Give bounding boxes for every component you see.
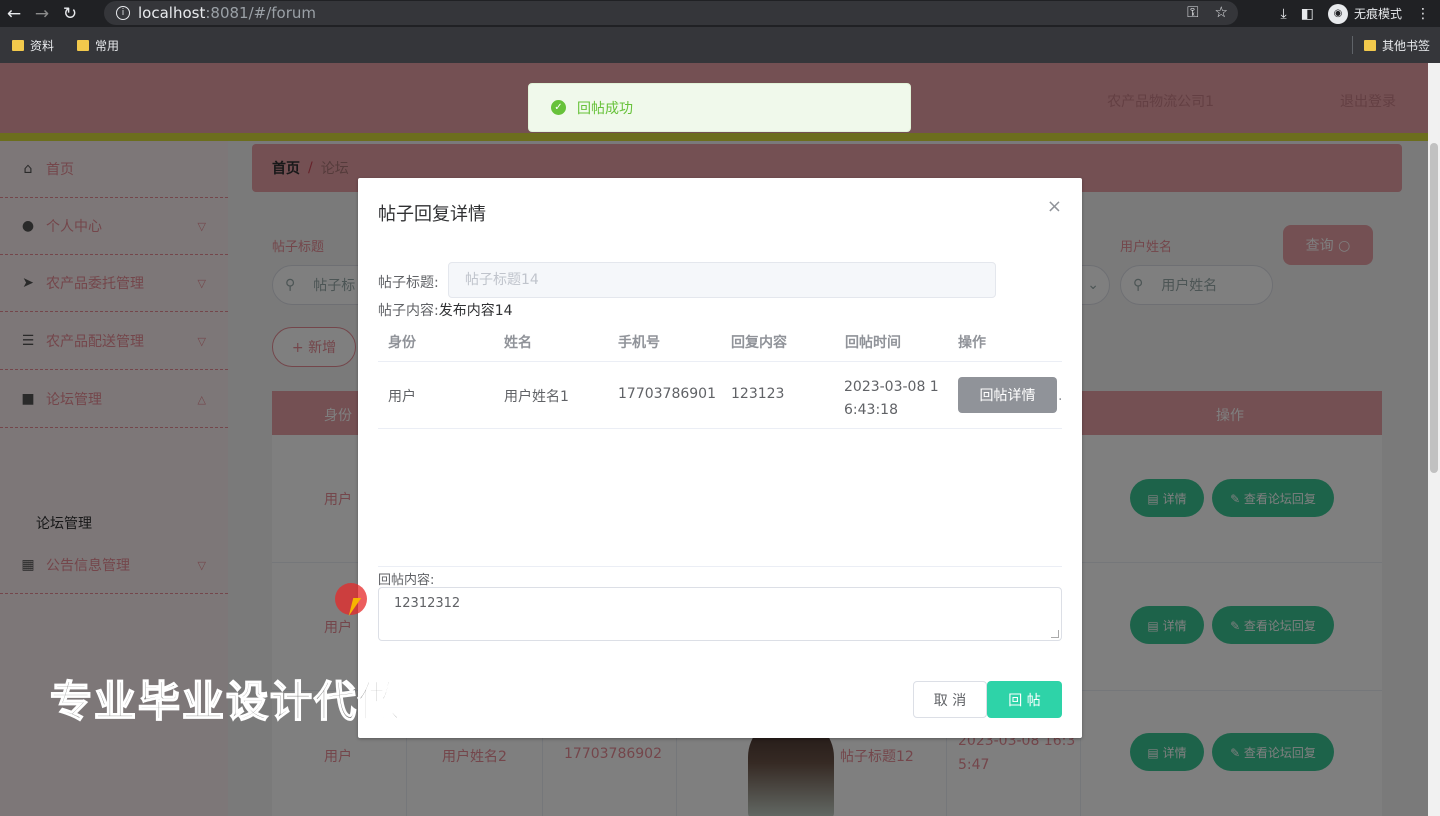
reply-table-header: 身份 姓名 手机号 回复内容 回帖时间 操作	[378, 324, 1062, 362]
reply-table: 身份 姓名 手机号 回复内容 回帖时间 操作 用户 用户姓名1 17703786…	[378, 324, 1062, 429]
reply-textarea[interactable]: 12312312	[378, 587, 1062, 641]
incognito-icon: ◉	[1327, 3, 1348, 24]
reply-time: 2023-03-08 1 6:43:18	[844, 376, 944, 422]
reply-time-line2: 6:43:18	[844, 402, 898, 418]
incognito-label: 无痕模式	[1353, 7, 1402, 21]
address-bar[interactable]: i localhost:8081/#/forum	[104, 1, 1238, 25]
reply-text: 12312312	[394, 596, 461, 611]
post-title-input: 帖子标题14	[448, 262, 996, 298]
reply-content-label: 回帖内容:	[378, 573, 435, 588]
url-host: localhost	[138, 4, 206, 22]
folder-icon	[1364, 40, 1376, 51]
site-info-icon[interactable]: i	[116, 6, 130, 20]
post-title-label: 帖子标题:	[378, 275, 439, 291]
reply-name: 用户姓名1	[504, 389, 569, 405]
folder-icon	[12, 40, 24, 51]
bookmarks-bar: 资料 常用 其他书签	[0, 27, 1440, 63]
col-content: 回复内容	[731, 335, 787, 351]
cancel-button[interactable]: 取 消	[913, 681, 987, 718]
bookmark-folder-changyong[interactable]: 常用	[77, 37, 119, 54]
download-icon[interactable]: ⤓	[1281, 6, 1287, 22]
key-icon[interactable]: ⚿	[1187, 3, 1198, 21]
browser-toolbar: ← → ↻ i localhost:8081/#/forum ⚿ ☆ ⤓ ◧ ◉…	[0, 0, 1440, 27]
reply-phone: 17703786901	[618, 386, 716, 402]
bookmark-divider	[1352, 36, 1353, 54]
bookmark-folder-other[interactable]: 其他书签	[1364, 37, 1430, 54]
overflow-dot: .	[1058, 388, 1063, 404]
toast-message: 回帖成功	[577, 100, 633, 117]
menu-icon[interactable]: ⋮	[1416, 6, 1430, 22]
back-icon[interactable]: ←	[0, 0, 28, 27]
bookmark-folder-ziliao[interactable]: 资料	[12, 37, 54, 54]
bookmark-label: 其他书签	[1382, 39, 1431, 53]
scrollbar-thumb[interactable]	[1430, 143, 1438, 473]
omnibox-actions: ⚿ ☆	[1187, 3, 1228, 21]
col-phone: 手机号	[618, 335, 660, 351]
post-content-value: 发布内容14	[438, 303, 513, 319]
close-icon[interactable]: ×	[1047, 196, 1062, 217]
dialog-divider	[378, 566, 1062, 567]
page-scrollbar[interactable]	[1428, 63, 1440, 816]
reply-content: 123123	[731, 386, 785, 402]
col-action: 操作	[958, 335, 986, 351]
dialog-title: 帖子回复详情	[378, 204, 486, 225]
reply-detail-button[interactable]: 回帖详情	[958, 377, 1057, 413]
folder-icon	[77, 40, 89, 51]
toolbar-right: ⤓ ◧ ◉ 无痕模式 ⋮	[1281, 0, 1440, 27]
reply-identity: 用户	[388, 389, 416, 405]
sidepanel-icon[interactable]: ◧	[1301, 6, 1314, 22]
col-name: 姓名	[504, 335, 532, 351]
star-icon[interactable]: ☆	[1215, 3, 1228, 21]
submit-reply-button[interactable]: 回 帖	[987, 681, 1062, 718]
reply-time-line1: 2023-03-08 1	[844, 379, 939, 395]
watermark-text: 专业毕业设计代做	[49, 676, 403, 727]
bookmark-label: 常用	[95, 39, 120, 53]
success-toast: ✓ 回帖成功	[528, 83, 911, 132]
col-time: 回帖时间	[845, 335, 901, 351]
post-content-label: 帖子内容:	[378, 303, 439, 319]
incognito-badge[interactable]: ◉ 无痕模式	[1327, 3, 1402, 24]
reload-icon[interactable]: ↻	[56, 0, 84, 27]
resize-handle[interactable]	[1051, 630, 1059, 638]
url-path: :8081/#/forum	[205, 4, 316, 22]
col-identity: 身份	[388, 335, 416, 351]
bookmark-label: 资料	[30, 39, 55, 53]
check-circle-icon: ✓	[551, 100, 566, 115]
reply-detail-dialog: 帖子回复详情 × 帖子标题: 帖子标题14 帖子内容:发布内容14 身份 姓名 …	[358, 178, 1082, 738]
reply-row: 用户 用户姓名1 17703786901 123123 2023-03-08 1…	[378, 362, 1062, 429]
forward-icon[interactable]: →	[28, 0, 56, 27]
post-content: 帖子内容:发布内容14	[378, 300, 513, 320]
